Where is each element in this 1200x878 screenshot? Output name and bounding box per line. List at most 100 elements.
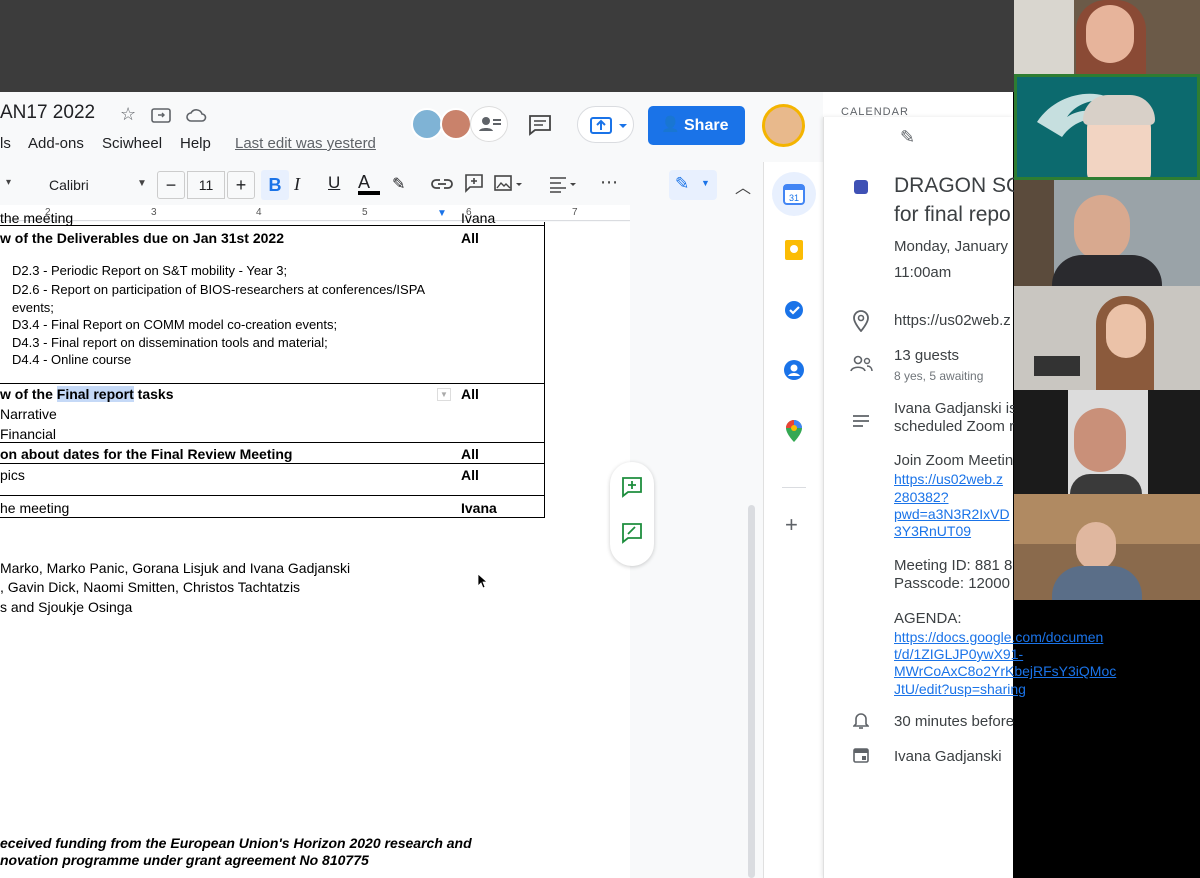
funding-footer: novation programme under grant agreement… [0,852,369,868]
maps-icon[interactable] [784,419,804,443]
insert-link-icon[interactable] [431,177,453,191]
calendar-icon [853,748,869,763]
doc-title[interactable]: AN17 2022 [0,102,95,124]
chevron-down-icon[interactable]: ▼ [137,178,147,189]
collapse-toolbar-icon[interactable]: ︿ [735,174,751,198]
share-button[interactable]: 👤 Share [648,106,745,145]
editing-mode-button[interactable]: ✎ ▼ [669,170,717,200]
table-border [0,517,545,518]
participant-face [1074,195,1130,261]
text-color-button[interactable]: A [358,172,380,195]
add-comment-icon[interactable] [464,173,484,193]
organizer: Ivana Gadjanski [894,748,1002,765]
highlight-pen-icon[interactable]: ✎ [392,174,405,194]
list-item: D4.3 - Final report on dissemination too… [12,335,328,350]
agenda-link[interactable]: https://docs.google.com/documen [894,629,1103,645]
guest-count[interactable]: 13 guests [894,347,959,364]
table-cell: All [461,386,479,402]
zoom-link[interactable]: https://us02web.z [894,471,1003,487]
floating-actions [610,462,654,566]
formatting-toolbar: ▾ Calibri ▼ − 11 + B I U A ✎ ⋯ ✎ ▼ ︿ [0,170,763,204]
contacts-icon[interactable] [783,359,805,381]
description-icon [853,415,869,427]
agenda-label: AGENDA: [894,610,962,627]
increase-font-button[interactable]: + [227,171,255,199]
video-tile[interactable] [1014,0,1200,74]
table-cell: on about dates for the Final Review Meet… [0,446,293,462]
bell-icon [853,713,869,729]
decrease-font-button[interactable]: − [157,171,185,199]
calendar-event-panel: CALENDAR ✎ DRAGON SC for final repo Mond… [823,92,1116,878]
menu-tools[interactable]: ls [0,135,11,152]
ruler-mark: 4 [256,207,262,218]
star-icon[interactable]: ☆ [120,104,136,125]
account-avatar[interactable] [762,104,805,147]
insert-image-icon[interactable] [494,174,524,194]
scrollbar[interactable] [748,505,755,878]
share-label: Share [684,117,729,134]
italic-button[interactable]: I [294,174,300,195]
event-card: ✎ DRAGON SC for final repo Monday, Janua… [823,117,1116,878]
video-tile[interactable] [1014,390,1200,494]
styles-dropdown-icon[interactable]: ▾ [6,177,11,188]
suggest-edits-icon[interactable] [621,522,643,544]
cloud-status-icon[interactable] [186,106,208,124]
table-cell: Ivana [461,210,496,226]
table-cell: All [461,446,479,462]
more-viewers-icon[interactable] [470,106,508,142]
guest-status: 8 yes, 5 awaiting [894,369,984,383]
calendar-addon-button[interactable]: 31 [772,172,816,216]
ruler-mark: 3 [151,207,157,218]
passcode: Passcode: 12000 [894,575,1010,592]
agenda-link[interactable]: JtU/edit?usp=sharing [894,681,1026,697]
meeting-id: Meeting ID: 881 8 [894,557,1013,574]
agenda-link[interactable]: t/d/1ZIGLJP0ywX91- [894,646,1023,662]
location-pin-icon [853,310,869,332]
participant-hair [1083,95,1155,125]
video-tile-active-speaker[interactable] [1014,74,1200,180]
table-border [544,222,545,518]
pencil-icon: ✎ [675,174,690,193]
get-add-ons-icon[interactable]: + [785,512,798,538]
menu-help[interactable]: Help [180,135,211,152]
video-tile[interactable] [1014,180,1200,286]
font-size-input[interactable]: 11 [187,171,225,199]
avatar[interactable] [440,108,472,140]
present-button[interactable] [577,106,634,143]
document-page[interactable]: the meeting Ivana w of the Deliverables … [0,210,630,878]
font-select[interactable]: Calibri [49,177,89,193]
bold-button[interactable]: B [261,170,289,200]
menu-sciwheel[interactable]: Sciwheel [102,135,162,152]
selected-text[interactable]: Final report [56,386,134,402]
menu-add-ons[interactable]: Add-ons [28,135,84,152]
zoom-link[interactable]: 3Y3RnUT09 [894,523,971,539]
description-line: Join Zoom Meetin [894,452,1014,469]
add-comment-icon[interactable] [621,476,643,498]
table-border [0,463,545,464]
zoom-link[interactable]: pwd=a3N3R2IxVD [894,506,1010,522]
edit-icon[interactable]: ✎ [900,127,915,148]
black-region [1152,600,1200,878]
move-folder-icon[interactable] [151,107,171,123]
participant-body [1070,474,1142,494]
participant-body [1052,566,1142,600]
last-edit-link[interactable]: Last edit was yesterd [235,135,376,152]
more-options-icon[interactable]: ⋯ [600,172,618,193]
event-location[interactable]: https://us02web.z [894,312,1011,329]
zoom-link[interactable]: 280382? [894,489,949,505]
indent-marker-icon[interactable]: ▼ [437,208,447,219]
chevron-down-icon[interactable]: ▼ [437,388,451,401]
video-tile[interactable] [1014,494,1200,600]
align-icon[interactable] [548,175,580,193]
description-line: Ivana Gadjanski is [894,400,1017,417]
comment-history-icon[interactable] [528,114,552,136]
video-tile[interactable] [1014,286,1200,390]
list-item: Narrative [0,406,57,422]
list-item: Financial [0,426,57,442]
underline-button[interactable]: U [328,173,340,193]
agenda-link[interactable]: MWrCoAxC8o2YrKbejRFsY3iQMoc [894,663,1116,679]
keep-icon[interactable] [783,239,805,261]
avatar[interactable] [411,108,443,140]
tasks-icon[interactable] [783,299,805,321]
ruler[interactable]: 2 3 4 5 6 7 ▼ [0,205,630,221]
